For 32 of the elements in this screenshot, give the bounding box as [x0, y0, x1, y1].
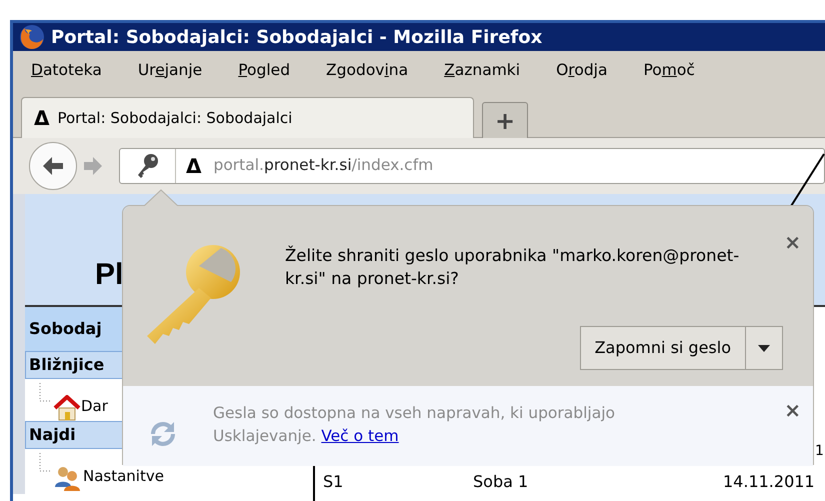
- menu-item[interactable]: Zgodovina: [326, 59, 408, 83]
- menu-item[interactable]: Datoteka: [31, 59, 102, 83]
- back-button[interactable]: [29, 142, 77, 190]
- table-cell-text: 1: [815, 442, 824, 461]
- new-tab-button[interactable]: +: [482, 102, 528, 138]
- menu-item[interactable]: Zaznamki: [444, 59, 520, 83]
- house-icon: [53, 395, 81, 421]
- table-cell-text: S1: [322, 471, 344, 493]
- table-cell-text: Soba 1: [473, 471, 530, 493]
- remember-password-split-button[interactable]: Zapomni si geslo: [580, 326, 783, 370]
- sidebar-link[interactable]: Nastanitve: [83, 464, 164, 487]
- menu-item[interactable]: Pogled: [238, 59, 290, 83]
- firefox-logo-icon: [17, 24, 47, 50]
- key-icon: [136, 153, 160, 179]
- save-password-message: Želite shraniti geslo uporabnika "marko.koren@pronet-kr.si" na pronet-kr.si?: [285, 244, 740, 290]
- page-heading: Pl: [95, 258, 124, 291]
- menu-item[interactable]: Orodja: [556, 59, 608, 83]
- tab-title: Portal: Sobodajalci: Sobodajalci: [57, 108, 292, 129]
- close-button[interactable]: ×: [784, 400, 801, 420]
- menu-item[interactable]: Urejanje: [138, 59, 202, 83]
- people-icon: [53, 465, 83, 491]
- menu-item[interactable]: Pomoč: [643, 59, 695, 83]
- browser-tab[interactable]: Δ Portal: Sobodajalci: Sobodajalci: [21, 97, 474, 138]
- tab-favicon: Δ: [34, 105, 50, 132]
- table-cell-text: 14.11.2011: [723, 471, 815, 493]
- url-text[interactable]: portal.pronet-kr.si/index.cfm: [213, 154, 434, 178]
- site-icon: Δ: [176, 151, 214, 181]
- window-title: Portal: Sobodajalci: Sobodajalci - Mozilla Firefox: [51, 26, 542, 50]
- caret-icon: [758, 344, 770, 352]
- remember-password-button[interactable]: Zapomni si geslo: [580, 327, 746, 370]
- sidebar-link[interactable]: Dar: [81, 394, 108, 417]
- close-button[interactable]: ×: [784, 232, 801, 252]
